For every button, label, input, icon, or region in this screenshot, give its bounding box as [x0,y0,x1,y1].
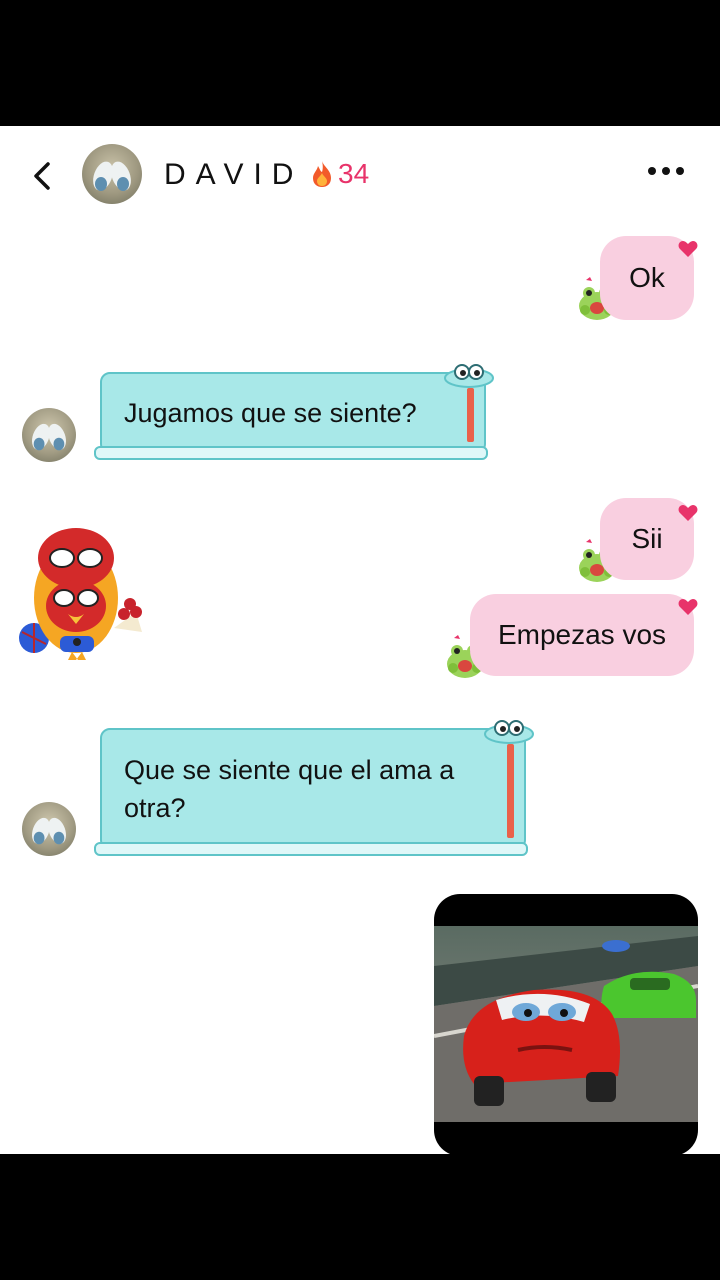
bubble-base [94,842,528,856]
cartoon-eyes-icon [444,364,494,388]
chevron-left-icon[interactable] [26,156,60,196]
message-text: Que se siente que el ama a otra? [124,755,455,823]
heart-icon [678,599,698,615]
contact-name[interactable]: DAVID [164,158,303,192]
bubble-base [94,446,488,460]
message-text: Jugamos que se siente? [124,398,417,428]
streak-badge: 34 [310,158,369,190]
message-text: Sii [631,523,663,554]
sender-avatar[interactable] [22,802,76,856]
chat-screen: DAVID 34 Ok Jugamos que se siente? Sii E… [0,126,720,1154]
incoming-bubble[interactable]: Jugamos que se siente? [94,364,494,460]
more-horizontal-icon[interactable] [646,164,686,178]
race-car-video-thumbnail[interactable] [434,894,698,1154]
contact-avatar[interactable] [82,144,142,204]
outgoing-bubble[interactable]: Empezas vos [470,594,694,676]
incoming-bubble[interactable]: Que se siente que el ama a otra? [94,720,534,856]
race-car-image [434,926,698,1122]
chat-header: DAVID 34 [0,126,720,222]
streak-count: 34 [338,158,370,189]
message-text: Empezas vos [497,619,667,650]
sender-avatar[interactable] [22,408,76,462]
heart-icon [678,241,698,257]
message-text: Ok [629,262,665,293]
heart-icon [678,505,698,521]
bubble-decoration [467,388,474,442]
fire-icon [313,161,331,187]
spiderman-bird-sticker[interactable] [16,518,152,664]
bubble-decoration [507,744,514,838]
cartoon-eyes-icon [484,720,534,744]
